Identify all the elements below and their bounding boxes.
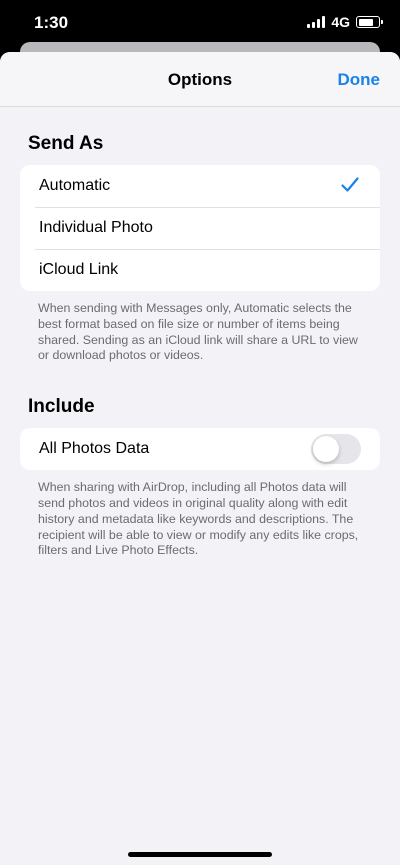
all-photos-data-toggle[interactable] <box>311 434 361 465</box>
send-as-header: Send As <box>28 133 104 154</box>
toggle-knob <box>313 436 339 463</box>
include-group: All Photos Data <box>20 428 380 471</box>
option-label: iCloud Link <box>39 261 119 278</box>
option-individual-photo[interactable]: Individual Photo <box>20 207 380 249</box>
network-type: 4G <box>331 14 350 30</box>
all-photos-data-label: All Photos Data <box>39 440 150 458</box>
option-automatic[interactable]: Automatic <box>20 165 380 207</box>
send-as-group: Automatic Individual Photo iCloud Link <box>20 165 380 291</box>
option-icloud-link[interactable]: iCloud Link <box>20 249 380 291</box>
option-label: Automatic <box>39 177 111 194</box>
home-indicator[interactable] <box>128 852 272 857</box>
status-bar: 1:30 4G <box>0 0 400 46</box>
battery-level-fill <box>358 18 373 26</box>
include-header: Include <box>28 396 95 418</box>
done-button[interactable]: Done <box>338 70 381 90</box>
all-photos-data-row: All Photos Data <box>20 428 380 470</box>
status-time: 1:30 <box>34 13 69 32</box>
checkmark-icon <box>341 177 359 192</box>
battery-icon <box>356 16 383 28</box>
status-indicators: 4G <box>307 14 383 30</box>
navigation-bar: Options Done <box>0 52 400 107</box>
option-label: Individual Photo <box>39 219 153 236</box>
cellular-signal-icon <box>307 16 326 28</box>
include-footnote: When sharing with AirDrop, including all… <box>38 480 359 558</box>
options-sheet: Options Done Send As Automatic Individua… <box>0 52 400 865</box>
send-as-footnote: When sending with Messages only, Automat… <box>38 301 358 363</box>
